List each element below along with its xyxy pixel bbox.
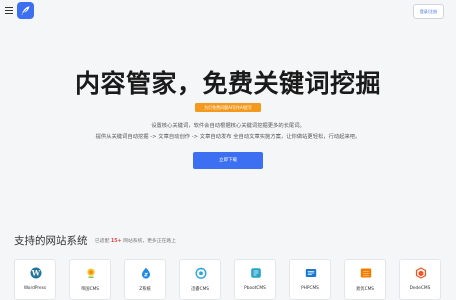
xunrui-cms-icon (194, 266, 207, 279)
download-button[interactable]: 立即下载 (193, 152, 263, 169)
pbootcms-icon (249, 266, 262, 279)
app-logo[interactable] (17, 2, 34, 19)
system-count: 15+ (110, 239, 122, 244)
note-suffix: 网站系统，更多正在路上 (121, 239, 176, 244)
system-label: WordPress (23, 286, 47, 291)
hero-description-line-2: 提供从关键词自动挖掘 -> 文章自动创作 -> 文章自动发布 全自动文章实施方案… (95, 134, 361, 140)
system-card-pbootcms[interactable]: PbootCMS (234, 259, 276, 300)
system-card-xunrui-cms[interactable]: 迅睿CMS (179, 259, 221, 300)
system-label: PbootCMS (244, 286, 266, 291)
hero-title: 内容管家，免费关键词挖掘 (74, 69, 381, 98)
system-card-dedecms[interactable]: DedeCMS (399, 259, 441, 300)
phpcms-icon (304, 266, 317, 279)
system-card-wordpress[interactable]: W WordPress (14, 259, 56, 300)
eyoucms-icon (359, 266, 372, 279)
system-label: Z系统 (139, 287, 151, 292)
system-label: 易优CMS (355, 287, 375, 292)
section-title: 支持的网站系统 (14, 235, 88, 247)
system-label: DedeCMS (409, 286, 431, 291)
top-bar: 登录/注册 (0, 0, 456, 22)
system-card-eyoucms[interactable]: 易优CMS (344, 259, 386, 300)
menu-icon[interactable] (5, 7, 13, 15)
system-card-z-system[interactable]: Z系统 (124, 259, 166, 300)
z-system-icon (139, 266, 152, 279)
note-prefix: 已适配 (95, 239, 111, 244)
system-card-empire-cms[interactable]: 帝国CMS (69, 259, 111, 300)
section-note: 已适配 15+ 网站系统，更多正在路上 (95, 237, 176, 244)
dedecms-icon (414, 266, 427, 279)
wordpress-icon: W (29, 266, 42, 279)
promo-badge: 为打免费问题AI写作AI提写 (195, 103, 261, 112)
system-card-phpcms[interactable]: PHPCMS (289, 259, 331, 300)
svg-text:W: W (30, 268, 40, 277)
feather-icon (21, 6, 30, 15)
system-label: 帝国CMS (80, 287, 100, 292)
login-register-button[interactable]: 登录/注册 (413, 4, 444, 19)
empire-cms-icon (84, 266, 97, 279)
system-label: PHPCMS (301, 286, 319, 291)
system-label: 迅睿CMS (190, 287, 210, 292)
hero-description-line-1: 设置核心关键词，软件会自动根据核心关键词挖掘更多的长尾词。 (151, 123, 305, 129)
